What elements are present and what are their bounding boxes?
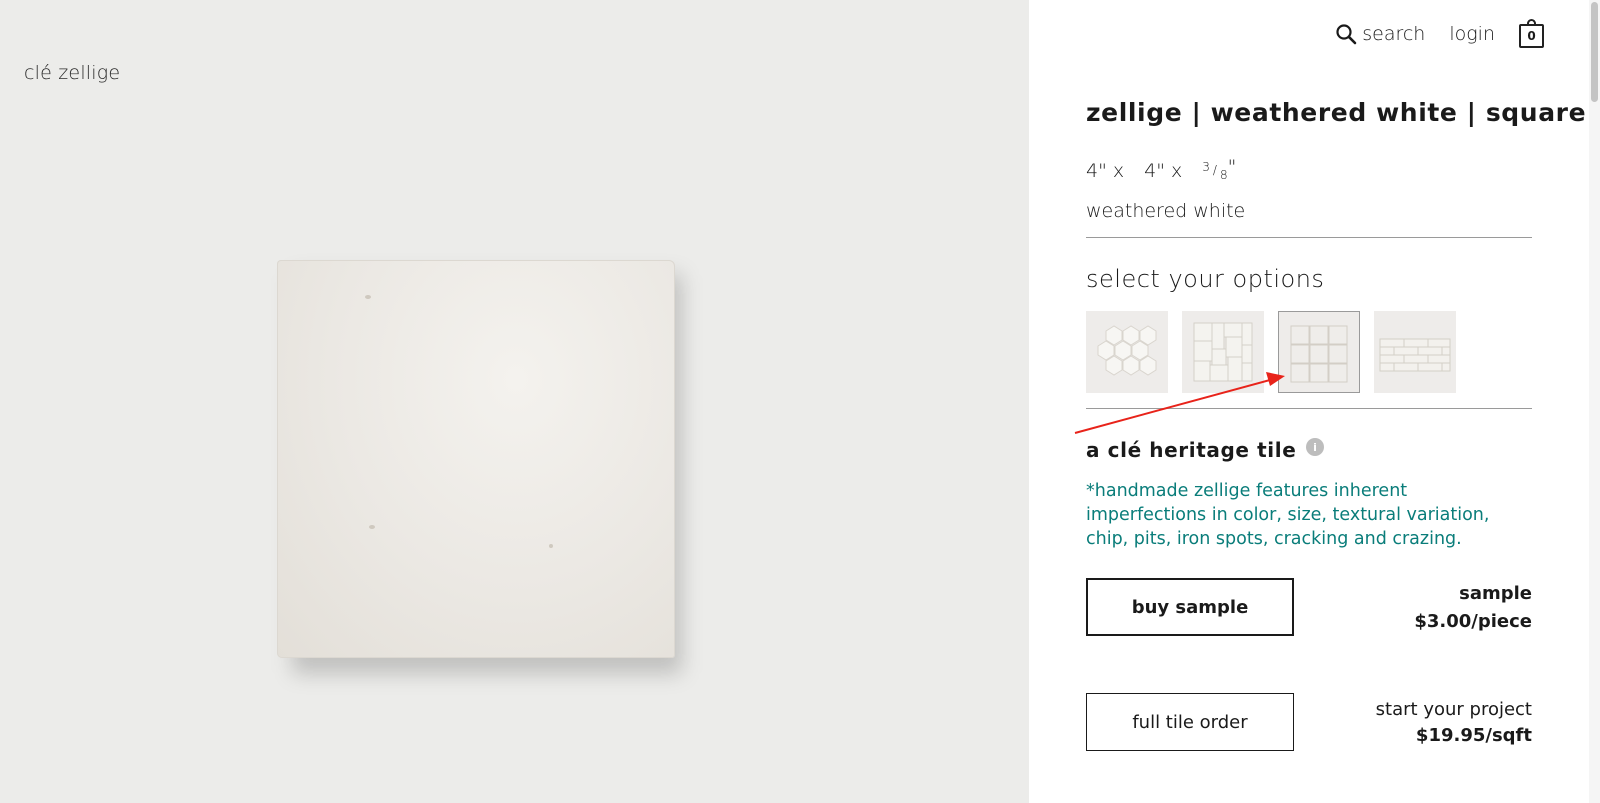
cart-count: 0 [1527,29,1536,43]
option-swatch-subway[interactable] [1374,311,1456,393]
option-swatches [1086,311,1456,393]
option-swatch-square[interactable] [1278,311,1360,393]
scrollbar[interactable] [1589,0,1600,803]
hexagon-pattern-icon [1097,325,1157,376]
sample-price-block: sample $3.00/piece [1414,580,1532,636]
divider [1086,237,1532,238]
login-link[interactable]: login [1449,23,1495,45]
info-icon[interactable]: i [1306,438,1325,456]
product-detail-panel: search login 0 zellige | weathered white… [1029,0,1600,803]
heritage-label: a clé heritage tile i [1086,438,1325,462]
dim-thickness: 3 / 8 " [1202,156,1237,182]
square-pattern-icon [1290,325,1348,383]
heritage-text: a clé heritage tile [1086,438,1297,462]
product-color: weathered white [1086,200,1246,222]
option-swatch-hexagon[interactable] [1086,311,1168,393]
option-swatch-picket[interactable] [1182,311,1264,393]
scrollbar-thumb[interactable] [1591,2,1598,102]
dim-thickness-unit: " [1227,156,1237,178]
tile-pit [549,544,553,548]
dim-thickness-den: 8 [1219,168,1228,182]
picket-pattern-icon [1193,322,1253,382]
product-tile-image [277,260,675,658]
search-label: search [1362,23,1426,45]
product-image-panel: clé zellige [0,0,1029,803]
search-link[interactable]: search [1335,23,1425,45]
tile-pit [369,525,375,529]
brand-logo[interactable]: clé zellige [24,62,120,84]
cart-icon[interactable]: 0 [1519,19,1544,48]
search-icon [1336,24,1357,45]
imperfection-note: *handmade zellige features inherent impe… [1086,481,1490,549]
full-price: $19.95/sqft [1415,725,1532,746]
options-heading: select your options [1086,265,1325,293]
subway-pattern-icon [1379,338,1451,372]
dim-thickness-num: 3 [1202,160,1210,174]
tile-pit [365,295,371,299]
dim-width: 4" x [1086,160,1125,182]
full-tile-order-button[interactable]: full tile order [1086,693,1294,751]
dim-height: 4" x [1144,160,1183,182]
product-dimensions: 4" x 4" x 3 / 8 " [1086,156,1237,182]
buy-sample-button[interactable]: buy sample [1086,578,1294,636]
sample-price: $3.00/piece [1414,611,1532,632]
product-title: zellige | weathered white | square [1086,98,1587,127]
full-label: start your project [1375,699,1532,720]
divider [1086,408,1532,409]
sample-label: sample [1459,583,1532,604]
top-nav: search login 0 [1335,19,1544,48]
full-price-block: start your project $19.95/sqft [1376,697,1532,749]
